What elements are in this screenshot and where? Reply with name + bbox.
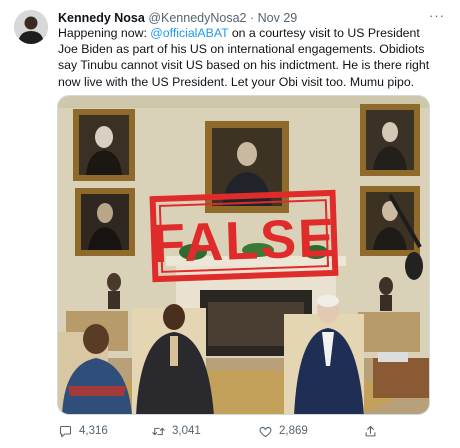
share-button[interactable] <box>363 421 378 441</box>
share-icon <box>363 424 378 439</box>
header-separator: · <box>249 11 255 25</box>
like-button[interactable]: 2,869 <box>258 421 308 441</box>
heart-icon <box>258 424 273 439</box>
portrait-top-left <box>73 109 135 181</box>
tweet-text: Happening now: @officialABAT on a courte… <box>58 25 442 90</box>
tweet: Kennedy Nosa @KennedyNosa2 · Nov 29 ··· … <box>0 0 460 448</box>
media-photo: FALSE <box>58 96 429 414</box>
reply-count: 4,316 <box>79 425 108 437</box>
portrait-top-right <box>360 104 420 176</box>
stamp-text: FALSE <box>151 208 337 274</box>
portrait-mid-left <box>75 188 135 256</box>
author-name[interactable]: Kennedy Nosa <box>58 11 145 25</box>
like-count: 2,869 <box>279 425 308 437</box>
author-handle[interactable]: @KennedyNosa2 <box>148 11 246 25</box>
reply-button[interactable]: 4,316 <box>58 421 108 441</box>
tweet-actions: 4,316 3,041 2,869 <box>58 421 438 441</box>
more-icon[interactable]: ··· <box>426 7 448 27</box>
retweet-icon <box>151 424 166 439</box>
retweet-count: 3,041 <box>172 425 201 437</box>
mention-link[interactable]: @officialABAT <box>150 26 228 40</box>
tweet-text-part-1: Happening now: <box>58 26 151 40</box>
tweet-date[interactable]: Nov 29 <box>258 11 298 25</box>
comment-icon <box>58 424 73 439</box>
retweet-button[interactable]: 3,041 <box>151 421 201 441</box>
avatar[interactable] <box>14 10 48 44</box>
avatar-image <box>14 10 48 44</box>
tweet-media[interactable]: FALSE <box>57 95 430 415</box>
